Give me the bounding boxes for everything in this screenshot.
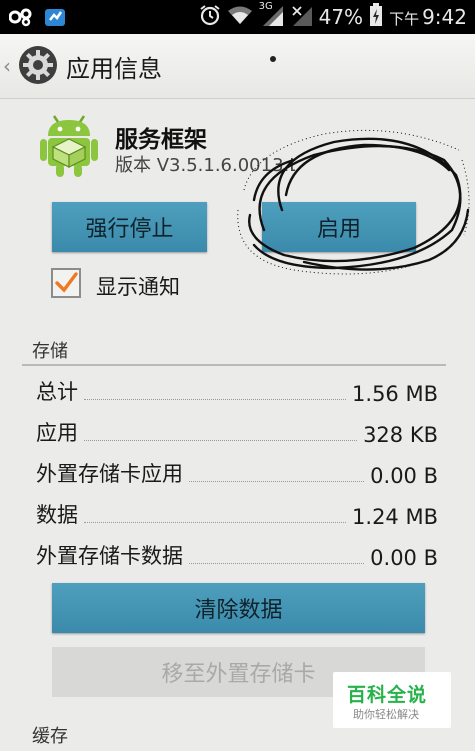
storage-row-value: 328 KB	[363, 423, 438, 447]
row-leader-dots	[84, 399, 347, 400]
storage-row-label: 外置存储卡数据	[36, 544, 183, 568]
status-ampm: 下午	[389, 10, 420, 28]
status-clock: 9:42	[422, 5, 467, 29]
storage-section-divider	[22, 364, 446, 366]
clear-data-button[interactable]: 清除数据	[52, 583, 425, 633]
storage-row-value: 0.00 B	[370, 464, 438, 488]
signal-3g-icon: 3G	[258, 1, 285, 31]
cache-section-title: 缓存	[32, 726, 68, 747]
battery-percent: 47%	[318, 5, 364, 29]
row-leader-dots	[84, 440, 358, 441]
row-leader-dots	[189, 481, 365, 482]
row-leader-dots	[189, 563, 365, 564]
network-type-label: 3G	[258, 1, 273, 12]
battery-charging-icon	[369, 3, 383, 31]
storage-section-title: 存储	[32, 341, 68, 362]
status-time: 下午 9:42	[389, 5, 467, 29]
storage-row-sd-app: 外置存储卡应用 0.00 B	[36, 458, 438, 488]
show-notifications-label: 显示通知	[96, 275, 180, 299]
storage-row-value: 0.00 B	[370, 546, 438, 570]
alarm-icon	[199, 4, 221, 30]
enable-button[interactable]: 启用	[262, 202, 416, 252]
flag-app-icon	[42, 5, 68, 29]
row-leader-dots	[84, 522, 347, 523]
storage-row-sd-data: 外置存储卡数据 0.00 B	[36, 540, 438, 570]
checkmark-icon	[55, 272, 78, 293]
app-version: 版本 V3.5.1.6.0013.L	[115, 155, 295, 176]
app-name: 服务框架	[115, 127, 207, 153]
storage-row-data: 数据 1.24 MB	[36, 499, 438, 529]
storage-row-value: 1.24 MB	[352, 505, 438, 529]
signal-blocked-icon	[291, 3, 313, 31]
back-chevron-icon[interactable]: ‹	[3, 54, 11, 78]
android-package-icon	[40, 112, 98, 178]
storage-row-total: 总计 1.56 MB	[36, 376, 438, 406]
page-title: 应用信息	[66, 55, 162, 83]
watermark-logo: 百科全说 助你轻松解决	[333, 672, 451, 728]
storage-row-label: 数据	[36, 503, 78, 527]
stray-mark	[270, 56, 276, 62]
storage-row-label: 应用	[36, 421, 78, 445]
wifi-icon	[227, 5, 253, 29]
action-bar: ‹ 应用信息	[0, 34, 475, 99]
pinwheel-app-icon	[8, 5, 34, 29]
show-notifications-checkbox[interactable]	[51, 268, 81, 298]
watermark-sub-text: 助你轻松解决	[353, 708, 419, 721]
force-stop-button[interactable]: 强行停止	[52, 202, 207, 252]
storage-row-label: 外置存储卡应用	[36, 462, 183, 486]
status-bar: 3G 47% 下午 9:42	[0, 0, 475, 34]
storage-row-app: 应用 328 KB	[36, 417, 438, 447]
settings-gear-icon[interactable]	[18, 45, 58, 85]
storage-row-label: 总计	[36, 380, 78, 404]
watermark-main-text: 百科全说	[347, 684, 428, 706]
storage-row-value: 1.56 MB	[352, 382, 438, 406]
